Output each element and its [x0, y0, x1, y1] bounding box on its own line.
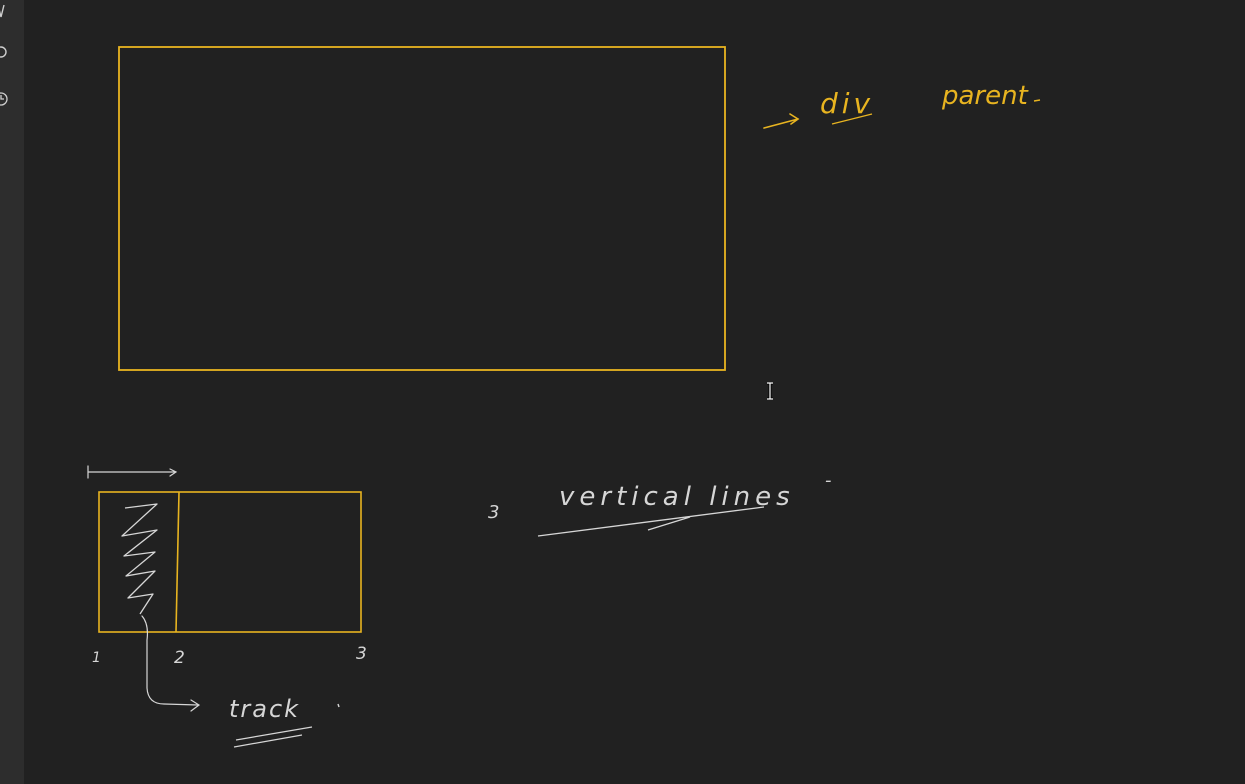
- pen-tool-icon[interactable]: [0, 3, 10, 21]
- canvas-drawing: div parent 1 2 3 track 3 vertical lines …: [87, 46, 1041, 748]
- track-zigzag-scribble: [121, 503, 158, 615]
- vertical-lines-count: 3: [488, 502, 499, 523]
- parent-label: parent: [941, 81, 1029, 111]
- parent-div-rectangle: [118, 46, 726, 371]
- line-number-2: 2: [174, 648, 185, 668]
- parent-dash: [1033, 99, 1041, 102]
- track-underline: [233, 726, 313, 748]
- drawing-canvas[interactable]: div parent 1 2 3 track 3 vertical lines …: [24, 0, 1245, 784]
- track-label: track: [229, 695, 300, 723]
- line-number-3: 3: [356, 644, 367, 664]
- track-dot: [337, 703, 340, 708]
- grid-line-2: [175, 491, 180, 633]
- track-pointer-arrow: [141, 615, 201, 712]
- ibeam-cursor-icon: [765, 381, 775, 401]
- drawing-app: div parent 1 2 3 track 3 vertical lines …: [0, 0, 1245, 784]
- column-width-arrow: [87, 465, 178, 479]
- history-clock-icon[interactable]: [0, 90, 10, 108]
- div-arrow: [763, 113, 800, 129]
- grid-example-rectangle: [98, 491, 362, 633]
- toolbar: [0, 0, 24, 784]
- line-number-1: 1: [92, 650, 101, 666]
- vertical-lines-dash: -: [825, 470, 832, 491]
- circle-shape-icon[interactable]: [0, 43, 10, 61]
